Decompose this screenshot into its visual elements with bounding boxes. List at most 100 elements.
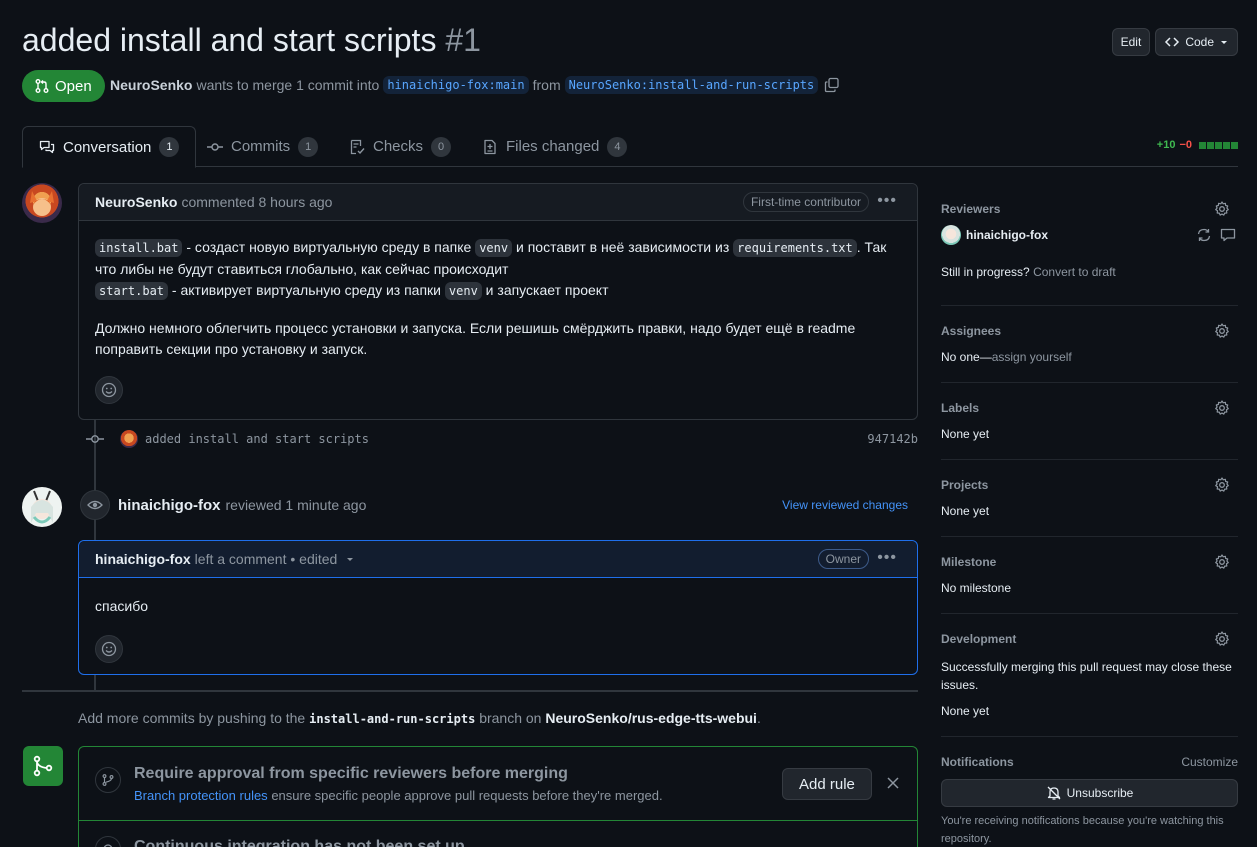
hint-branch: install-and-run-scripts <box>309 712 476 726</box>
sync-icon[interactable] <box>1196 227 1212 243</box>
sidebar-projects: Projects None yet <box>941 460 1238 537</box>
merge-text: wants to merge 1 commit into <box>196 77 380 93</box>
file-diff-icon <box>484 139 496 154</box>
chevron-down-icon <box>1221 41 1227 44</box>
avatar[interactable] <box>22 487 62 527</box>
sidebar-labels: Labels None yet <box>941 383 1238 460</box>
eye-badge <box>80 490 110 520</box>
tab-conversation[interactable]: Conversation 1 <box>22 126 197 168</box>
contributor-badge: First-time contributor <box>742 192 869 212</box>
draft-hint: Still in progress? Convert to draft <box>941 265 1116 279</box>
comment-discussion-icon <box>39 140 55 154</box>
diffstat-deletions: −0 <box>1179 139 1192 151</box>
add-reaction-button[interactable] <box>95 376 123 404</box>
comment-author[interactable]: hinaichigo-fox <box>95 551 191 567</box>
kebab-menu-icon[interactable]: ••• <box>877 549 897 567</box>
avatar[interactable] <box>22 183 62 223</box>
merge-box: Require approval from specific reviewers… <box>78 746 918 847</box>
branch-icon-badge <box>95 767 121 793</box>
branch-protection-row: Require approval from specific reviewers… <box>79 747 917 821</box>
comment-timestamp[interactable]: commented 8 hours ago <box>181 194 332 210</box>
gear-icon[interactable] <box>1214 323 1230 339</box>
gear-icon[interactable] <box>1214 631 1230 647</box>
comment-text: и запускает проект <box>481 282 609 298</box>
commit-icon <box>207 142 223 151</box>
add-reaction-button[interactable] <box>95 635 123 663</box>
gear-icon[interactable] <box>1214 400 1230 416</box>
sidebar-title[interactable]: Projects <box>941 478 988 492</box>
assign-yourself-link[interactable]: assign yourself <box>992 350 1072 364</box>
head-branch[interactable]: NeuroSenko:install-and-run-scripts <box>564 76 819 94</box>
gear-icon[interactable] <box>1214 477 1230 493</box>
add-rule-button[interactable]: Add rule <box>782 768 872 800</box>
inline-code: venv <box>444 282 482 300</box>
comment-text: - создаст новую виртуальную среду в папк… <box>182 239 476 255</box>
unsubscribe-label: Unsubscribe <box>1066 786 1134 800</box>
checklist-icon <box>350 139 365 154</box>
sidebar-reviewers: Reviewers hinaichigo-fox Still in progre… <box>941 190 1238 306</box>
commit-message[interactable]: added install and start scripts <box>145 432 369 446</box>
rule-title: Require approval from specific reviewers… <box>134 765 568 782</box>
sidebar-title[interactable]: Assignees <box>941 324 1001 338</box>
gear-icon[interactable] <box>1214 554 1230 570</box>
avatar[interactable] <box>941 225 961 245</box>
comment-author[interactable]: NeuroSenko <box>95 194 177 210</box>
inline-code: install.bat <box>95 239 183 257</box>
copy-icon[interactable] <box>824 77 840 93</box>
sidebar-milestone: Milestone No milestone <box>941 537 1238 614</box>
tab-checks[interactable]: Checks 0 <box>333 126 467 167</box>
close-icon[interactable] <box>887 777 899 789</box>
convert-to-draft-link[interactable]: Convert to draft <box>1033 265 1116 279</box>
comment-text: и поставит в неё зависимости из <box>512 239 734 255</box>
milestone-value: No milestone <box>941 581 1012 595</box>
commit-row: added install and start scripts 947142b <box>86 428 918 450</box>
tab-files-changed[interactable]: Files changed 4 <box>466 126 643 167</box>
status-badge: Open <box>22 70 105 102</box>
comment-body: спасибо <box>79 578 917 679</box>
avatar[interactable] <box>120 430 138 448</box>
customize-link[interactable]: Customize <box>1181 755 1238 769</box>
reviewer-name[interactable]: hinaichigo-fox <box>966 228 1048 242</box>
rule-desc-text: ensure specific people approve pull requ… <box>271 788 663 803</box>
tab-counter: 1 <box>159 137 180 157</box>
hint-text: branch on <box>479 710 542 726</box>
anime-avatar-icon <box>31 490 53 524</box>
assignees-value: No one—assign yourself <box>941 350 1072 364</box>
header-actions: Edit Code <box>1111 28 1238 56</box>
base-branch[interactable]: hinaichigo-fox:main <box>383 76 529 94</box>
development-desc: Successfully merging this pull request m… <box>941 660 1232 692</box>
sidebar-title[interactable]: Milestone <box>941 555 996 569</box>
add-rule-label: Add rule <box>799 775 855 793</box>
view-reviewed-changes-link[interactable]: View reviewed changes <box>782 498 908 512</box>
comment-timestamp[interactable]: left a comment • edited <box>195 551 338 567</box>
tab-commits[interactable]: Commits 1 <box>191 126 334 167</box>
edit-label: Edit <box>1120 35 1142 49</box>
sidebar-title[interactable]: Reviewers <box>941 202 1000 216</box>
gear-icon[interactable] <box>1214 201 1230 217</box>
smiley-icon <box>101 382 117 398</box>
push-hint: Add more commits by pushing to the insta… <box>78 710 761 726</box>
diffstat-additions: +10 <box>1156 139 1176 151</box>
page-title: added install and start scripts #1 <box>22 22 481 59</box>
reviewer-item: hinaichigo-fox <box>941 225 1048 245</box>
chevron-down-icon[interactable] <box>345 554 355 564</box>
sidebar-title[interactable]: Development <box>941 632 1016 646</box>
comment-header: hinaichigo-fox left a comment • edited O… <box>79 541 917 578</box>
hint-repo-link[interactable]: NeuroSenko/rus-edge-tts-webui <box>545 710 757 726</box>
status-label: Open <box>55 77 92 95</box>
edit-button[interactable]: Edit <box>1111 28 1151 56</box>
branch-protection-link[interactable]: Branch protection rules <box>134 788 268 803</box>
review-timestamp[interactable]: reviewed 1 minute ago <box>226 497 367 513</box>
author-link[interactable]: NeuroSenko <box>110 77 192 93</box>
code-button[interactable]: Code <box>1155 28 1238 56</box>
review-author[interactable]: hinaichigo-fox <box>118 497 221 514</box>
eye-icon <box>87 500 103 510</box>
merge-status-icon <box>23 746 63 786</box>
comment-icon[interactable] <box>1220 227 1236 243</box>
projects-value: None yet <box>941 504 990 518</box>
diffstat: +10 −0 <box>1157 139 1238 151</box>
kebab-menu-icon[interactable]: ••• <box>877 192 897 210</box>
commit-sha[interactable]: 947142b <box>867 432 918 446</box>
unsubscribe-button[interactable]: Unsubscribe <box>941 779 1238 807</box>
sidebar-title[interactable]: Labels <box>941 401 979 415</box>
